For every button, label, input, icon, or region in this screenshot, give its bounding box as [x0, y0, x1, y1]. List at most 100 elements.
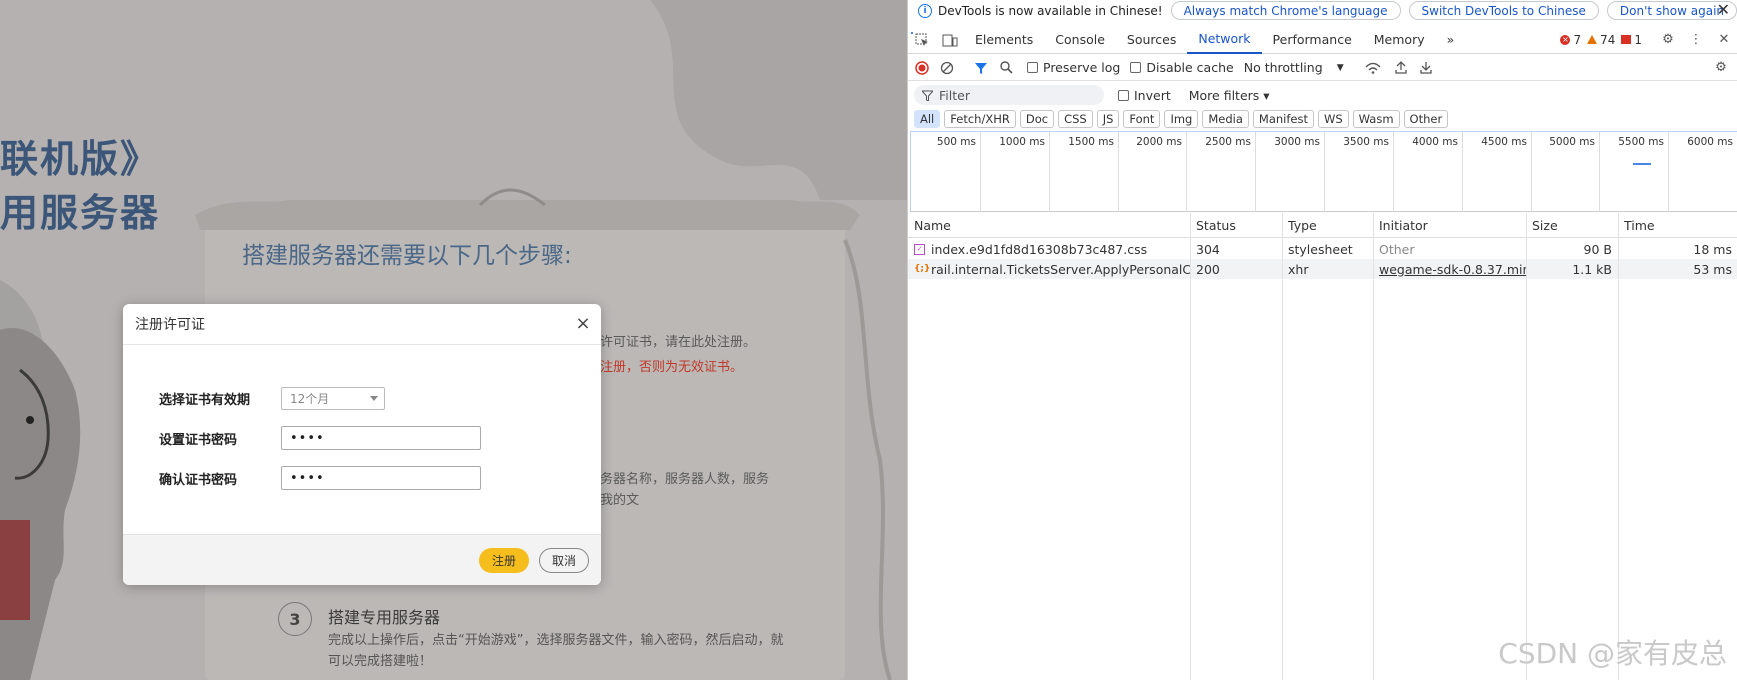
timeline-tick-label: 3500 ms [1343, 136, 1389, 148]
column-divider [1526, 213, 1527, 680]
table-row[interactable]: {;} rail.internal.TicketsServer.ApplyPers… [908, 259, 1737, 279]
tab-memory[interactable]: Memory [1363, 26, 1436, 54]
validity-label: 选择证书有效期 [159, 393, 251, 408]
password-input[interactable]: •••• [281, 426, 481, 450]
xhr-icon: {;} [914, 263, 931, 274]
devtools-tabbar: Elements Console Sources Network Perform… [908, 26, 1737, 54]
cell-name: {;} rail.internal.TicketsServer.ApplyPers… [908, 259, 1190, 279]
page-title-line-2: 用服务器 [0, 190, 161, 235]
type-filter-ws[interactable]: WS [1317, 110, 1349, 128]
tab-console[interactable]: Console [1044, 26, 1116, 54]
type-filter-all[interactable]: All [914, 110, 941, 128]
cell-status: 304 [1190, 239, 1282, 259]
network-conditions-icon[interactable] [1362, 57, 1384, 79]
column-header-initiator[interactable]: Initiator [1373, 213, 1526, 238]
error-count[interactable]: × 7 [1560, 33, 1581, 47]
column-divider [1282, 213, 1283, 680]
infobar-message: DevTools is now available in Chinese! [938, 3, 1163, 18]
gear-icon[interactable]: ⚙ [1660, 32, 1676, 48]
cell-time-text: 53 ms [1693, 261, 1732, 277]
cell-type: xhr [1282, 259, 1373, 279]
close-icon[interactable]: × [573, 314, 593, 334]
step2-text-2: 我的文 [600, 493, 640, 508]
timeline-tick-label: 500 ms [936, 136, 976, 148]
kebab-menu-icon[interactable]: ⋮ [1688, 32, 1704, 48]
issue-count[interactable]: 1 [1621, 33, 1642, 47]
gear-icon[interactable]: ⚙ [1710, 57, 1732, 79]
tab-network[interactable]: Network [1187, 26, 1262, 54]
filter-bar: Filter Invert More filters ▾ [908, 82, 1737, 108]
cancel-button[interactable]: 取消 [539, 548, 589, 573]
register-button[interactable]: 注册 [479, 548, 529, 573]
type-filter-wasm[interactable]: Wasm [1352, 110, 1400, 128]
search-icon[interactable] [995, 57, 1017, 79]
cell-name-text: rail.internal.TicketsServer.ApplyPersona… [931, 261, 1190, 277]
tab-performance[interactable]: Performance [1262, 26, 1363, 54]
preserve-log-label: Preserve log [1043, 60, 1121, 75]
network-toolbar: Preserve log Disable cache No throttling… [908, 55, 1737, 81]
checkbox-icon [1027, 62, 1038, 73]
type-filter-other[interactable]: Other [1403, 110, 1449, 128]
error-count-value: 7 [1573, 32, 1582, 47]
table-row[interactable]: ✓ index.e9d1fd8d16308b73c487.css 304 styles… [908, 239, 1737, 259]
chevron-down-icon: ▼ [1336, 62, 1344, 73]
close-icon[interactable]: ✕ [1717, 0, 1730, 19]
timeline-tick-label: 6000 ms [1687, 136, 1733, 148]
register-license-dialog: 注册许可证 × 选择证书有效期 12个月 设置证书密码 •••• 确认证书密码 … [123, 304, 601, 585]
dialog-footer: 注册 取消 [123, 534, 601, 585]
cell-initiator[interactable]: wegame-sdk-0.8.37.min.js [1373, 259, 1526, 279]
type-filter-img[interactable]: Img [1164, 110, 1199, 128]
type-filter-css[interactable]: CSS [1058, 110, 1093, 128]
page-title-line-1: 联机版》 [0, 136, 161, 181]
chevron-down-icon [370, 396, 378, 401]
clear-icon[interactable] [936, 57, 958, 79]
inspect-element-icon[interactable] [914, 32, 930, 48]
column-header-time[interactable]: Time [1618, 213, 1737, 238]
tab-elements[interactable]: Elements [964, 26, 1044, 54]
download-icon[interactable] [1415, 57, 1437, 79]
type-filter-doc[interactable]: Doc [1019, 110, 1055, 128]
close-icon[interactable]: ✕ [1716, 32, 1732, 48]
type-filter-js[interactable]: JS [1096, 110, 1120, 128]
filter-icon[interactable] [970, 57, 992, 79]
type-filter-font[interactable]: Font [1123, 110, 1161, 128]
disable-cache-checkbox[interactable]: Disable cache [1130, 60, 1234, 75]
network-overview-timeline[interactable]: 500 ms 1000 ms 1500 ms 2000 ms 2500 ms 3000 m… [910, 32, 1737, 212]
column-header-size[interactable]: Size [1526, 213, 1618, 238]
always-match-language-button[interactable]: Always match Chrome's language [1170, 1, 1401, 20]
cell-type-text: xhr [1288, 261, 1309, 277]
invert-checkbox[interactable]: Invert [1118, 88, 1171, 103]
type-filter-media[interactable]: Media [1202, 110, 1249, 128]
cell-size: 90 B [1526, 239, 1618, 259]
throttling-select[interactable]: No throttling ▼ [1244, 60, 1344, 75]
column-header-status[interactable]: Status [1190, 213, 1282, 238]
filter-input[interactable]: Filter [914, 85, 1104, 105]
confirm-password-row: 确认证书密码 •••• [159, 466, 481, 490]
column-header-name[interactable]: Name [908, 213, 1190, 238]
cell-initiator-text: Other [1379, 241, 1415, 257]
warning-count[interactable]: 74 [1587, 33, 1615, 47]
column-header-type[interactable]: Type [1282, 213, 1373, 238]
checkbox-icon [1130, 62, 1142, 73]
more-filters-dropdown[interactable]: More filters ▾ [1189, 88, 1270, 103]
validity-select[interactable]: 12个月 [281, 387, 385, 410]
preserve-log-checkbox[interactable]: Preserve log [1027, 60, 1120, 75]
cell-time-text: 18 ms [1693, 241, 1732, 257]
step3-title: 搭建专用服务器 [328, 608, 441, 627]
cell-name: ✓ index.e9d1fd8d16308b73c487.css [908, 239, 1190, 259]
device-toolbar-icon[interactable] [942, 32, 958, 48]
warning-count-value: 74 [1600, 32, 1616, 47]
upload-icon[interactable] [1390, 57, 1412, 79]
error-icon: × [1560, 34, 1571, 45]
cell-size-text: 90 B [1583, 241, 1612, 257]
confirm-password-input[interactable]: •••• [281, 466, 481, 490]
cell-status: 200 [1190, 259, 1282, 279]
step3-number: 3 [278, 602, 312, 636]
tab-sources[interactable]: Sources [1116, 26, 1187, 54]
cell-time: 53 ms [1618, 259, 1737, 279]
more-tabs-icon[interactable]: » [1436, 26, 1466, 54]
record-icon[interactable] [911, 57, 933, 79]
type-filter-manifest[interactable]: Manifest [1252, 110, 1314, 128]
type-filter-fetchxhr[interactable]: Fetch/XHR [944, 110, 1016, 128]
switch-to-chinese-button[interactable]: Switch DevTools to Chinese [1408, 1, 1599, 20]
